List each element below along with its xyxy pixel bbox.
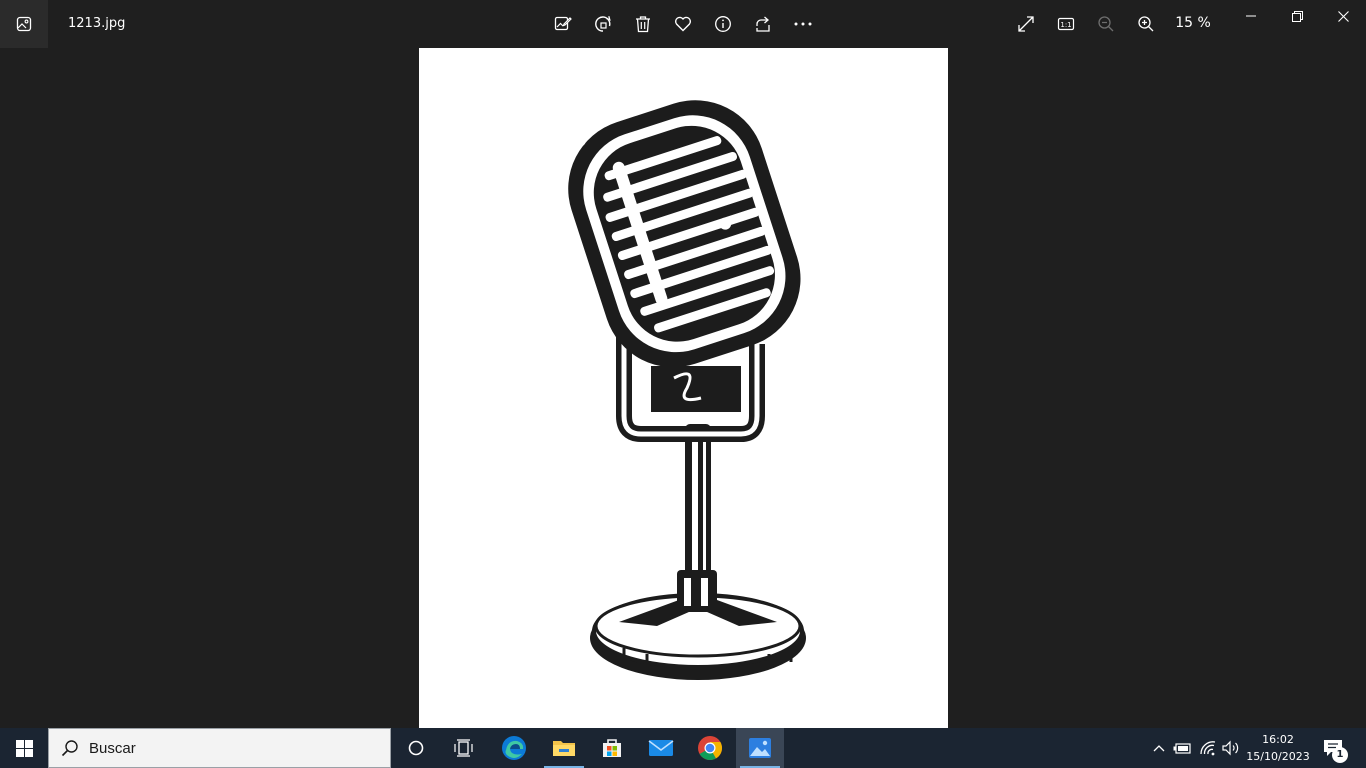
- battery-icon: [1173, 743, 1191, 754]
- zoom-out-icon: [1098, 16, 1114, 32]
- taskbar-clock[interactable]: 16:02 15/10/2023: [1244, 731, 1312, 765]
- edit-image-button[interactable]: [551, 12, 575, 36]
- volume-button[interactable]: [1221, 738, 1241, 758]
- photos-app-taskbar-icon: [749, 738, 771, 758]
- zoom-in-icon: [1138, 16, 1154, 32]
- svg-text:1:1: 1:1: [1060, 21, 1071, 29]
- wifi-icon: [1200, 741, 1216, 756]
- close-icon: [1337, 10, 1349, 22]
- share-icon: [756, 16, 770, 32]
- task-view-icon: [454, 739, 473, 757]
- close-button[interactable]: [1320, 0, 1366, 32]
- battery-button[interactable]: [1172, 738, 1192, 758]
- photo-canvas[interactable]: [419, 48, 948, 728]
- actual-size-button[interactable]: 1:1: [1054, 12, 1078, 36]
- photos-icon: [16, 16, 32, 32]
- minimize-button[interactable]: [1228, 0, 1274, 32]
- windows-logo-icon: [15, 739, 33, 757]
- task-view-button[interactable]: [440, 728, 488, 768]
- zoom-in-button[interactable]: [1134, 12, 1158, 36]
- network-button[interactable]: [1198, 738, 1218, 758]
- edge-icon: [502, 736, 526, 760]
- file-name: 1213.jpg: [68, 16, 126, 31]
- show-hidden-icons-button[interactable]: [1149, 738, 1169, 758]
- taskbar: Buscar 16:02 15/10/2023: [0, 728, 1366, 768]
- microphone-illustration: [568, 100, 806, 680]
- taskbar-search[interactable]: Buscar: [48, 728, 391, 768]
- more-options-button[interactable]: [791, 12, 815, 36]
- start-button[interactable]: [0, 728, 48, 768]
- photos-app-icon[interactable]: [0, 0, 48, 48]
- speaker-icon: [1222, 740, 1239, 756]
- taskbar-mail[interactable]: [637, 728, 685, 768]
- cortana-button[interactable]: [392, 728, 440, 768]
- more-icon: [794, 22, 812, 26]
- fullscreen-button[interactable]: [1014, 12, 1038, 36]
- folder-icon: [553, 741, 575, 756]
- zoom-level[interactable]: 15 %: [1172, 15, 1214, 31]
- rotate-button[interactable]: [591, 12, 615, 36]
- fullscreen-icon: [1018, 16, 1034, 32]
- taskbar-chrome[interactable]: [686, 728, 734, 768]
- clock-date: 15/10/2023: [1246, 750, 1310, 763]
- restore-button[interactable]: [1274, 0, 1320, 32]
- restore-icon: [1291, 10, 1303, 22]
- rotate-icon: [595, 16, 611, 32]
- zoom-out-button[interactable]: [1094, 12, 1118, 36]
- taskbar-file-explorer[interactable]: [540, 728, 588, 768]
- cortana-icon: [408, 740, 424, 756]
- mail-icon: [648, 740, 674, 756]
- actual-size-icon: 1:1: [1057, 17, 1075, 31]
- info-icon: [715, 16, 731, 32]
- edit-image-icon: [554, 16, 572, 31]
- delete-button[interactable]: [631, 12, 655, 36]
- minimize-icon: [1246, 15, 1256, 17]
- taskbar-microsoft-store[interactable]: [588, 728, 636, 768]
- search-placeholder: Buscar: [89, 740, 136, 757]
- search-icon: [61, 740, 78, 757]
- store-icon: [603, 739, 621, 757]
- title-bar: 1213.jpg 1:1 15 %: [0, 0, 1366, 48]
- taskbar-edge[interactable]: [490, 728, 538, 768]
- info-button[interactable]: [711, 12, 735, 36]
- favorite-icon: [674, 16, 692, 32]
- share-button[interactable]: [751, 12, 775, 36]
- delete-icon: [636, 16, 650, 33]
- chevron-up-icon: [1153, 745, 1165, 752]
- favorite-button[interactable]: [671, 12, 695, 36]
- clock-time: 16:02: [1262, 733, 1294, 746]
- chrome-icon: [698, 736, 723, 761]
- notification-count-badge: 1: [1332, 747, 1348, 763]
- taskbar-photos[interactable]: [736, 728, 784, 768]
